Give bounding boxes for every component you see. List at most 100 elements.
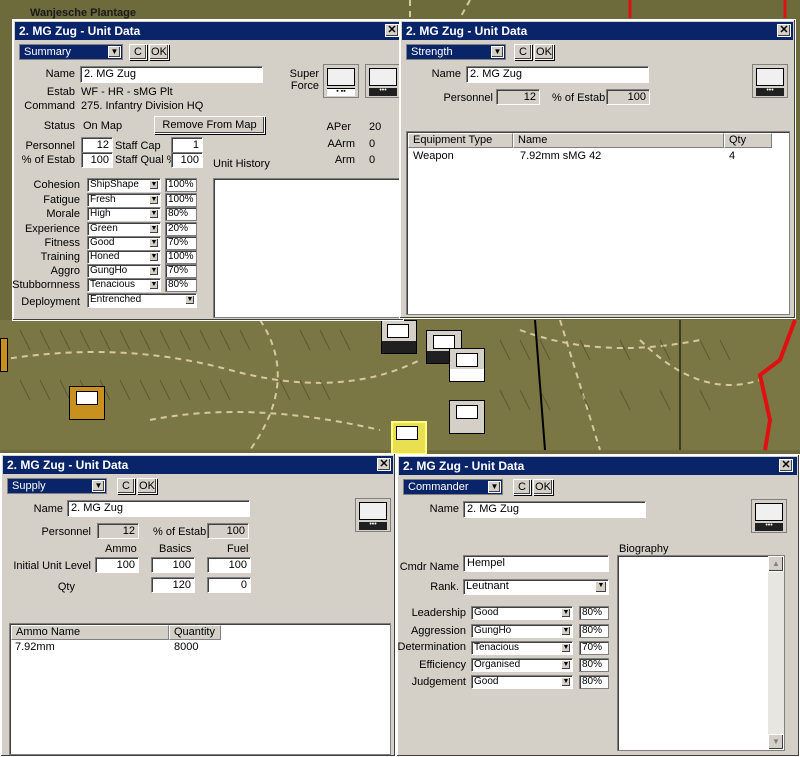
column-header-quantity[interactable]: Quantity [169,625,221,640]
ok-button[interactable]: OK [149,44,169,60]
status-value: On Map [83,120,123,132]
rank-label: Rank. [430,581,459,593]
name-field[interactable]: 2. MG Zug [67,500,250,517]
personnel-field: 12 [97,523,139,539]
unit-counter[interactable] [449,400,485,434]
ok-button[interactable]: OK [137,478,157,494]
estab-pct-label: % of Estab [21,154,75,166]
biography-textarea[interactable]: ▲ ▼ [617,555,785,751]
aggro-select[interactable]: GungHo ▼ [87,264,161,278]
name-label: Name [33,503,63,515]
name-label: Name [431,68,461,80]
fatigue-select[interactable]: Fresh ▼ [87,193,161,207]
table-row[interactable]: Weapon 7.92mm sMG 42 4 [413,150,783,164]
staff-qual-field[interactable]: 100 [171,152,203,168]
close-icon[interactable]: ✕ [385,24,399,37]
view-select-value: Strength [411,46,453,58]
chevron-down-icon: ▼ [149,266,159,276]
qty-basics-field[interactable]: 120 [151,577,195,593]
cohesion-select[interactable]: ShipShape ▼ [87,178,161,192]
personnel-label: Personnel [41,526,91,538]
cell-quantity: 8000 [174,641,199,653]
column-header-name[interactable]: Name [513,133,724,148]
chevron-down-icon: ▼ [149,280,159,290]
close-icon[interactable]: ✕ [779,459,793,472]
ammo-table[interactable]: Ammo Name Quantity 7.92mm 8000 [9,623,391,755]
view-select[interactable]: Summary ▼ [19,44,123,60]
initial-ammo-field[interactable]: 100 [95,557,139,573]
chevron-down-icon: ▼ [561,626,571,636]
close-icon[interactable]: ✕ [777,24,791,37]
view-select[interactable]: Strength ▼ [406,44,506,60]
unit-counter[interactable] [69,386,105,420]
estab-pct-field[interactable]: 100 [81,152,113,168]
unit-counter[interactable] [381,320,417,354]
aggression-value: GungHo [474,625,512,636]
unit-icon[interactable]: ••• [752,64,788,98]
rank-select[interactable]: Leutnant ▼ [463,579,609,595]
judgement-pct: 80% [579,675,609,689]
judgement-select[interactable]: Good ▼ [471,675,573,689]
name-field[interactable]: 2. MG Zug [80,66,263,83]
remove-from-map-button[interactable]: Remove From Map [154,116,265,134]
leadership-value: Good [474,607,499,618]
equipment-table[interactable]: Equipment Type Name Qty Weapon 7.92mm sM… [406,131,790,315]
aper-value: 20 [369,121,382,133]
cell-name: 7.92mm sMG 42 [520,150,602,162]
c-button[interactable]: C [514,44,532,60]
determination-select[interactable]: Tenacious ▼ [471,641,573,655]
experience-select[interactable]: Green ▼ [87,222,161,236]
unit-history-textarea[interactable] [213,178,401,318]
unit-icon[interactable]: ••• [355,498,391,532]
morale-select[interactable]: High ▼ [87,207,161,221]
view-select[interactable]: Supply ▼ [7,478,107,494]
name-field[interactable]: 2. MG Zug [463,501,646,518]
unit-icon[interactable]: ••• [751,499,787,533]
staff-cap-field[interactable]: 1 [171,137,203,153]
scroll-down-icon[interactable]: ▼ [768,734,784,750]
aggro-value: GungHo [90,265,128,276]
fitness-select[interactable]: Good ▼ [87,236,161,250]
stubbornness-select[interactable]: Tenacious ▼ [87,278,161,292]
ok-button[interactable]: OK [533,479,553,495]
ok-button[interactable]: OK [534,44,554,60]
c-button[interactable]: C [117,478,135,494]
view-select[interactable]: Commander ▼ [403,479,503,495]
chevron-down-icon: ▼ [491,46,504,58]
biography-scrollbar[interactable]: ▲ ▼ [768,556,784,750]
experience-label: Experience [24,223,80,235]
rank-label-text: Rank [430,581,456,593]
staff-cap-label: Staff Cap [115,140,161,152]
morale-value: High [90,208,111,219]
leadership-select[interactable]: Good ▼ [471,606,573,620]
command-value: 275. Infantry Division HQ [81,100,204,112]
training-select[interactable]: Honed ▼ [87,250,161,264]
unit-counter[interactable] [0,338,8,372]
c-button[interactable]: C [513,479,531,495]
super-force-unit-icon[interactable]: ▪ ▪▪ [323,64,359,98]
initial-fuel-field[interactable]: 100 [207,557,251,573]
name-label: Name [429,503,459,515]
close-icon[interactable]: ✕ [377,458,391,471]
table-row[interactable]: 7.92mm 8000 [15,641,385,655]
qty-fuel-field[interactable]: 0 [207,577,251,593]
scroll-up-icon[interactable]: ▲ [768,556,784,572]
window-title: 2. MG Zug - Unit Data [399,457,797,475]
efficiency-select[interactable]: Organised ▼ [471,658,573,672]
c-button[interactable]: C [129,44,147,60]
initial-basics-field[interactable]: 100 [151,557,195,573]
unit-counter[interactable] [449,348,485,382]
deployment-select[interactable]: Entrenched ▼ [87,293,197,308]
aggression-select[interactable]: GungHo ▼ [471,624,573,638]
column-header-ammo-name[interactable]: Ammo Name [11,625,169,640]
personnel-field[interactable]: 12 [81,137,113,153]
determination-pct: 70% [579,641,609,655]
column-header-qty[interactable]: Qty [724,133,772,148]
column-header-equipment-type[interactable]: Equipment Type [408,133,513,148]
selected-unit-counter[interactable] [391,421,427,455]
chevron-down-icon: ▼ [149,180,159,190]
name-field[interactable]: 2. MG Zug [466,66,649,83]
leadership-label: Leadership [411,607,466,619]
unit-icon[interactable]: ••• [365,64,401,98]
cmdr-name-field[interactable]: Hempel [463,555,609,572]
